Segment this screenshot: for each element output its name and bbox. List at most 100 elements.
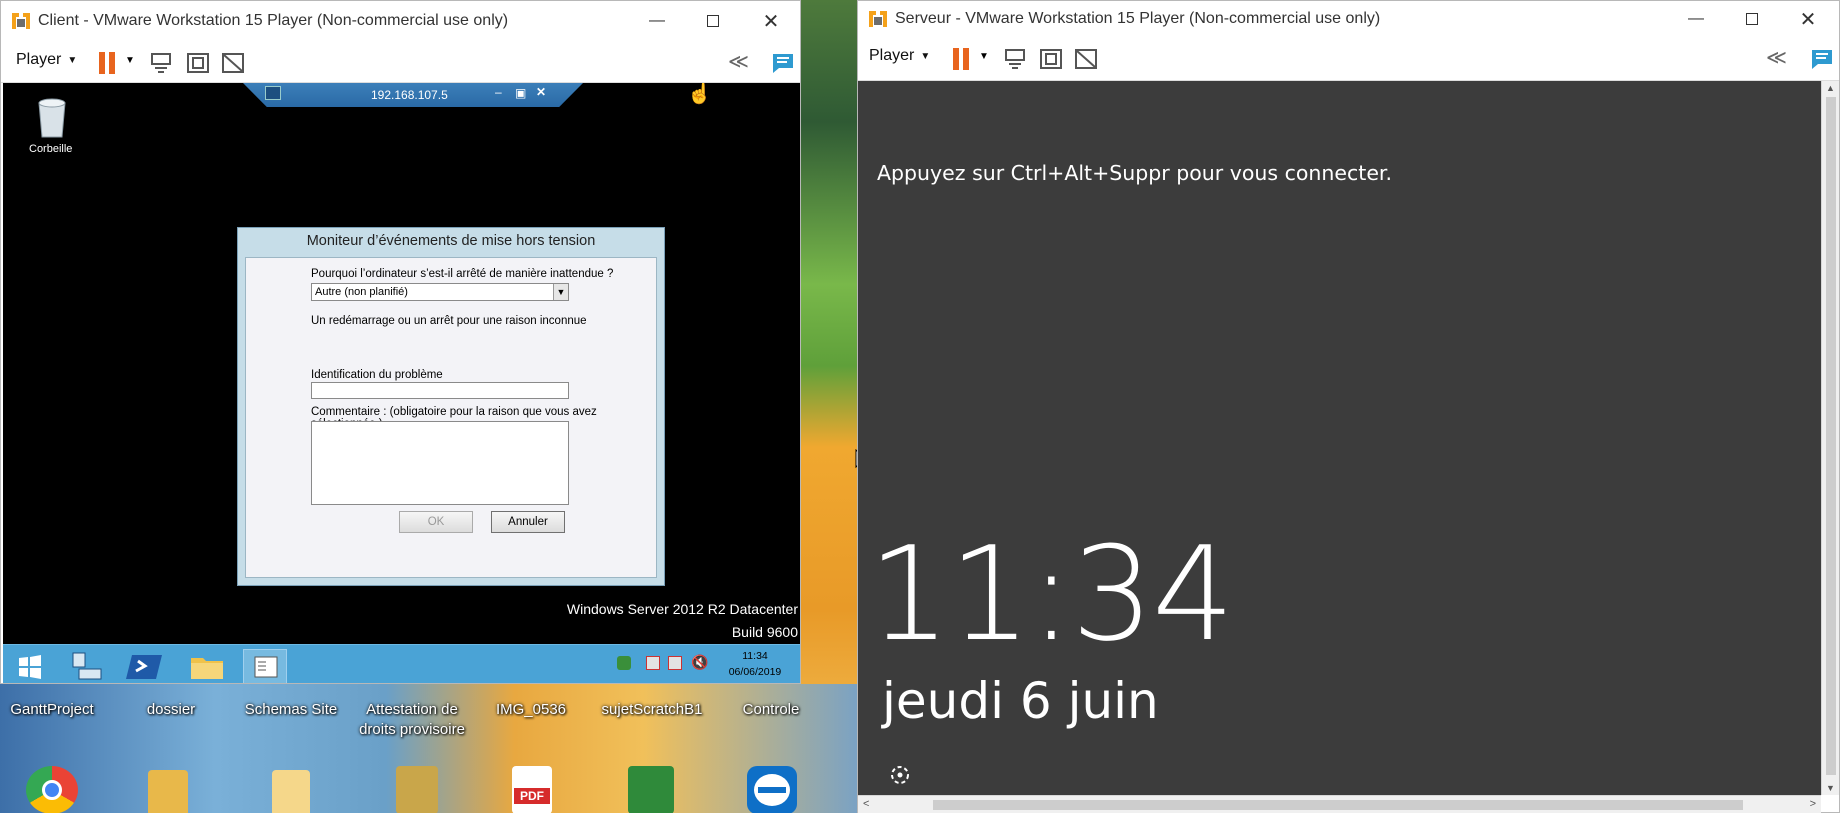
- shutdown-event-dialog: Moniteur d’événements de mise hors tensi…: [237, 227, 665, 586]
- guest-clock[interactable]: 11:34 06/06/2019: [711, 648, 799, 680]
- server-player-menu[interactable]: Player ▼: [869, 47, 930, 65]
- desktop-icon-label: dossier: [146, 701, 196, 718]
- recycle-bin-icon[interactable]: [33, 95, 71, 139]
- lock-screen-date: jeudi 6 juin: [882, 672, 1159, 730]
- server-manager-icon[interactable]: [63, 649, 107, 683]
- desktop-icon-ganttproject[interactable]: GanttProject: [0, 700, 112, 720]
- desktop-icon-label: sujetScratchB1: [601, 701, 703, 718]
- scroll-left-icon[interactable]: <: [863, 798, 869, 810]
- speaker-muted-icon[interactable]: 🔇: [691, 654, 708, 671]
- lock-screen-message: Appuyez sur Ctrl+Alt+Suppr pour vous con…: [877, 161, 1392, 185]
- powershell-icon[interactable]: [124, 649, 168, 683]
- question-label: Pourquoi l’ordinateur s’est-il arrêté de…: [311, 268, 614, 280]
- scroll-up-icon[interactable]: ▲: [1826, 83, 1835, 93]
- rdp-ip-label: 192.168.107.5: [371, 88, 448, 102]
- pause-icon[interactable]: [97, 52, 117, 74]
- vertical-scroll-thumb[interactable]: [1826, 97, 1836, 775]
- unity-icon[interactable]: [1074, 48, 1098, 70]
- client-close-button[interactable]: ✕: [743, 1, 799, 41]
- fullscreen-icon[interactable]: [1039, 48, 1063, 70]
- pause-dropdown-icon[interactable]: ▼: [125, 55, 135, 66]
- comment-textarea[interactable]: [311, 421, 569, 505]
- problem-id-input[interactable]: [311, 382, 569, 399]
- folder-icon[interactable]: [148, 770, 188, 813]
- server-title-bar[interactable]: Serveur - VMware Workstation 15 Player (…: [858, 1, 1839, 37]
- rdp-close-icon[interactable]: ✕: [536, 85, 546, 99]
- server-close-button[interactable]: ✕: [1780, 1, 1836, 37]
- server-vm-window: Serveur - VMware Workstation 15 Player (…: [857, 0, 1840, 813]
- chevron-down-icon: ▼: [67, 54, 78, 66]
- fullscreen-icon[interactable]: [186, 52, 210, 74]
- teamviewer-icon[interactable]: [747, 766, 797, 813]
- watermark-build: Build 9600: [731, 624, 798, 640]
- vmware-icon: [869, 11, 887, 27]
- dialog-title: Moniteur d’événements de mise hors tensi…: [306, 233, 596, 249]
- server-window-title: Serveur - VMware Workstation 15 Player (…: [895, 10, 1381, 27]
- active-window-button[interactable]: [243, 649, 287, 683]
- server-lock-screen[interactable]: Appuyez sur Ctrl+Alt+Suppr pour vous con…: [858, 81, 1821, 795]
- desktop-icon-label: Controle: [742, 701, 800, 718]
- pdf-label: PDF: [514, 788, 550, 804]
- desktop-icon-dossier[interactable]: dossier: [111, 700, 231, 720]
- guest-taskbar: 🔇 11:34 06/06/2019: [3, 644, 800, 683]
- ok-button[interactable]: OK: [399, 511, 473, 533]
- desktop-icon-controle[interactable]: Controle: [711, 700, 831, 720]
- scroll-right-icon[interactable]: >: [1810, 798, 1816, 810]
- client-vm-window: Client - VMware Workstation 15 Player (N…: [0, 0, 801, 684]
- player-label: Player: [16, 51, 62, 68]
- client-maximize-button[interactable]: [685, 1, 741, 41]
- pause-dropdown-icon[interactable]: ▼: [979, 51, 989, 62]
- server-minimize-button[interactable]: —: [1668, 1, 1724, 37]
- server-horizontal-scrollbar[interactable]: < >: [858, 795, 1821, 813]
- desktop-icon-label: IMG_0536: [495, 701, 567, 718]
- collapse-toolbar-icon[interactable]: ≪: [728, 49, 749, 74]
- chevron-down-icon: ▼: [920, 50, 931, 62]
- file-icon[interactable]: [272, 770, 310, 813]
- server-vertical-scrollbar[interactable]: ▲ ▼: [1821, 81, 1839, 795]
- recycle-bin-label: Corbeille: [29, 143, 73, 155]
- client-title-bar[interactable]: Client - VMware Workstation 15 Player (N…: [1, 1, 800, 41]
- cancel-button[interactable]: Annuler: [491, 511, 565, 533]
- rdp-restore-icon[interactable]: ▣: [515, 86, 526, 100]
- send-ctrl-alt-del-icon[interactable]: [149, 52, 173, 74]
- player-label: Player: [869, 47, 915, 64]
- pdf-icon[interactable]: PDF: [512, 766, 552, 813]
- reason-select[interactable]: Autre (non planifié) ▼: [311, 283, 569, 301]
- flag-tray-icon[interactable]: [668, 656, 682, 670]
- client-minimize-button[interactable]: —: [629, 1, 685, 41]
- server-maximize-button[interactable]: [1724, 1, 1780, 37]
- send-ctrl-alt-del-icon[interactable]: [1003, 48, 1027, 70]
- message-log-icon[interactable]: [771, 52, 795, 74]
- horizontal-scroll-thumb[interactable]: [933, 800, 1743, 810]
- chevron-down-icon[interactable]: ▼: [553, 284, 568, 300]
- network-tray-icon[interactable]: [646, 656, 660, 670]
- message-log-icon[interactable]: [1810, 48, 1834, 70]
- client-player-menu[interactable]: Player ▼: [16, 51, 77, 69]
- client-window-title: Client - VMware Workstation 15 Player (N…: [38, 12, 509, 29]
- chrome-icon[interactable]: [26, 766, 78, 813]
- desktop-icon-sujetscratchb1[interactable]: sujetScratchB1: [592, 700, 712, 720]
- rdp-minimize-icon[interactable]: –: [495, 85, 502, 99]
- watermark-edition: Windows Server 2012 R2 Datacenter: [566, 601, 798, 617]
- desktop-icon-label: GanttProject: [10, 701, 94, 718]
- pin-icon[interactable]: [265, 86, 281, 100]
- desktop-icon-schemas-site[interactable]: Schemas Site: [231, 700, 351, 720]
- tools-icon[interactable]: [628, 766, 674, 813]
- security-tray-icon[interactable]: [617, 656, 631, 670]
- ease-of-access-icon[interactable]: [888, 763, 912, 787]
- client-guest-screen[interactable]: 192.168.107.5 – ▣ ✕ Corbeille ☝ Moniteur…: [3, 83, 800, 683]
- desktop-icon-img-0536[interactable]: IMG_0536: [471, 700, 591, 720]
- archive-icon[interactable]: [396, 766, 438, 813]
- scroll-down-icon[interactable]: ▼: [1826, 783, 1835, 793]
- collapse-toolbar-icon[interactable]: ≪: [1766, 45, 1787, 70]
- desktop-icon-label: Attestation de droits provisoire: [359, 701, 465, 738]
- unity-icon[interactable]: [221, 52, 245, 74]
- desktop-icon-attestation[interactable]: Attestation de droits provisoire: [352, 700, 472, 740]
- guest-clock-date: 06/06/2019: [728, 666, 782, 678]
- rdp-connection-bar: 192.168.107.5 – ▣ ✕: [243, 83, 583, 107]
- pause-icon[interactable]: [951, 48, 971, 70]
- vmware-icon: [12, 13, 30, 29]
- windows-start-icon[interactable]: [7, 649, 51, 683]
- window-icon: [254, 656, 278, 678]
- file-explorer-icon[interactable]: [185, 649, 229, 683]
